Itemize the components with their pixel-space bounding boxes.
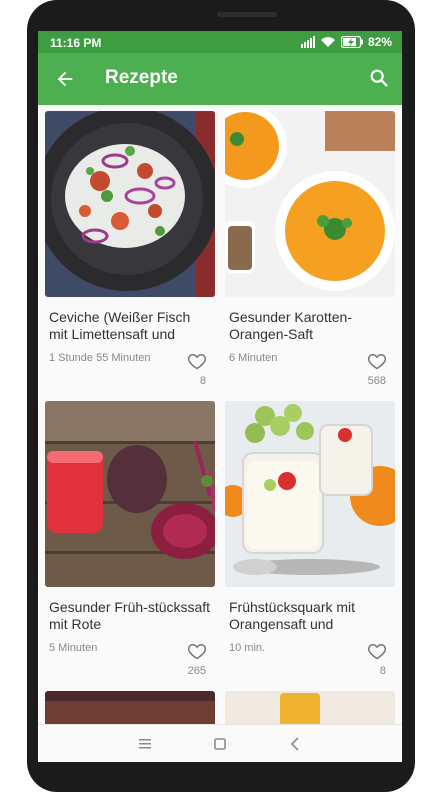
like-count: 265 [187, 665, 206, 677]
page-title: Rezepte [105, 67, 178, 88]
recipe-image-rote-bete-saft[interactable] [45, 401, 215, 587]
recipe-duration: 6 Minuten [229, 352, 278, 364]
status-bar: 11:16 PM 82% [38, 31, 402, 53]
recipe-duration: 5 Minuten [49, 642, 98, 654]
heart-icon[interactable] [187, 641, 207, 661]
status-time: 11:16 PM [50, 36, 102, 50]
recipe-title[interactable]: Gesunder Karotten-Orangen-Saft [229, 309, 391, 343]
arrow-back-icon[interactable] [54, 68, 76, 90]
recipe-card[interactable] [45, 685, 215, 731]
back-triangle-icon[interactable] [286, 734, 306, 754]
like-count: 8 [379, 665, 386, 677]
recipe-card[interactable] [225, 685, 395, 731]
app-bar: Rezepte [38, 53, 402, 105]
status-icons: 82% [300, 35, 392, 49]
recipe-card[interactable]: Gesunder Früh-stückssaft mit Rote 5 Minu… [45, 395, 215, 677]
recipe-image-karotten-saft[interactable] [225, 111, 395, 297]
menu-icon[interactable] [135, 734, 155, 754]
search-icon[interactable] [368, 67, 390, 89]
like-count: 8 [199, 375, 206, 387]
battery-charging-icon [340, 36, 363, 48]
heart-icon[interactable] [187, 351, 207, 371]
recipe-grid: Ceviche (Weißer Fisch mit Limettensaft u… [38, 105, 402, 731]
home-square-icon[interactable] [210, 734, 230, 754]
recipe-card[interactable]: Gesunder Karotten-Orangen-Saft 6 Minuten… [225, 105, 395, 387]
recipe-title[interactable]: Gesunder Früh-stückssaft mit Rote [49, 599, 211, 633]
heart-icon[interactable] [367, 351, 387, 371]
recipe-title[interactable]: Ceviche (Weißer Fisch mit Limettensaft u… [49, 309, 211, 343]
recipe-duration: 10 min. [229, 642, 266, 654]
battery-percent: 82% [367, 35, 392, 49]
recipe-title[interactable]: Frühstücksquark mit Orangensaft und [229, 599, 391, 633]
heart-icon[interactable] [367, 641, 387, 661]
recipe-image-fruehstuecksquark[interactable] [225, 401, 395, 587]
like-count: 568 [367, 375, 386, 387]
screen: 11:16 PM 82% Rezepte Ceviche (Weißer Fis… [38, 31, 402, 762]
recipe-duration: 1 Stunde 55 Minuten [49, 352, 151, 364]
recipe-card[interactable]: Frühstücksquark mit Orangensaft und 10 m… [225, 395, 395, 677]
recipe-image-ceviche[interactable] [45, 111, 215, 297]
signal-icon [300, 36, 315, 48]
wifi-icon [320, 37, 335, 47]
system-nav-bar [38, 724, 402, 762]
speaker-grille [217, 12, 277, 17]
recipe-card[interactable]: Ceviche (Weißer Fisch mit Limettensaft u… [45, 105, 215, 387]
